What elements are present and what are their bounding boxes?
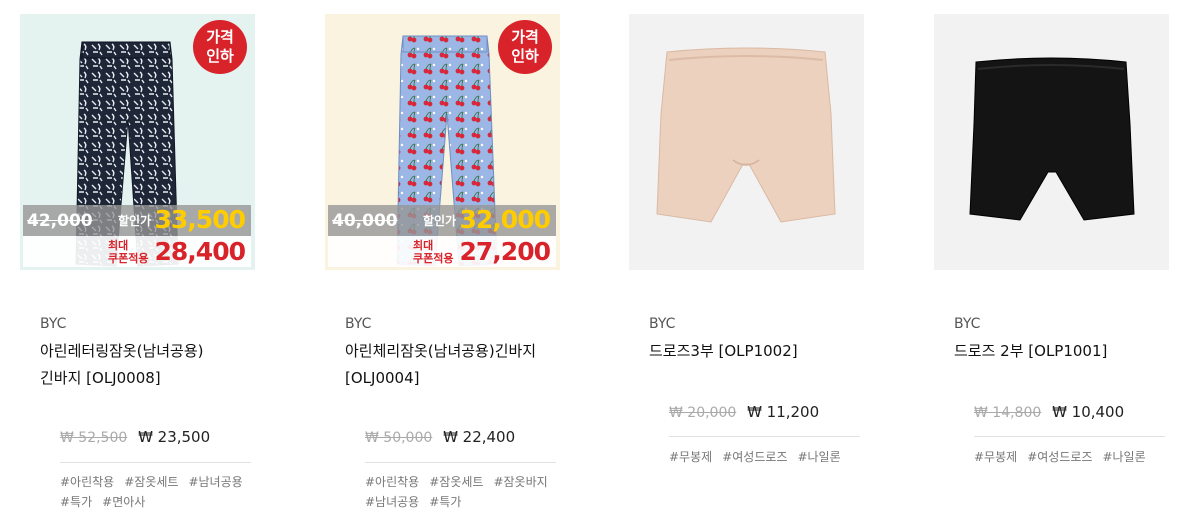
divider — [365, 462, 556, 463]
overlay-row-sale: 40,000 할인가 32,000 — [328, 205, 556, 236]
product-name-line: 드로즈 2부 [OLP1001] — [954, 342, 1108, 360]
drawers-image — [656, 47, 836, 223]
sale-price: ₩ 22,400 — [443, 428, 516, 446]
price-row: ₩ 14,800 ₩ 10,400 — [974, 403, 1124, 421]
tag-list: #무봉제 #여성드로즈 #나일론 — [669, 447, 879, 467]
tag-list: #아린착용 #잠옷세트 #남녀공용 #특가 #면아사 — [60, 472, 270, 512]
product-name[interactable]: 드로즈3부 [OLP1002] — [649, 338, 869, 365]
tag-link[interactable]: #남녀공용 — [365, 492, 419, 512]
overlay-coupon-label: 최대 쿠폰적용 — [108, 239, 148, 265]
product-image[interactable] — [934, 14, 1169, 270]
tag-link[interactable]: #특가 — [60, 492, 92, 512]
product-image[interactable]: 가격 인하 40,000 할인가 32,000 최대 쿠폰적용 27,200 — [325, 14, 560, 270]
price-row: ₩ 20,000 ₩ 11,200 — [669, 403, 819, 421]
tag-list: #아린착용 #잠옷세트 #잠옷바지 #남녀공용 #특가 — [365, 472, 575, 512]
overlay-original-price: 42,000 — [27, 211, 93, 231]
product-name-line: 아린레터링잠옷(남녀공용) — [40, 342, 204, 360]
tag-link[interactable]: #면아사 — [102, 492, 145, 512]
tag-link[interactable]: #남녀공용 — [188, 472, 242, 492]
coupon-label-line: 쿠폰적용 — [108, 252, 149, 265]
badge-text: 가격 — [511, 28, 539, 46]
tag-link[interactable]: #나일론 — [1102, 447, 1145, 467]
overlay-sale-price: 33,500 — [154, 205, 246, 234]
product-name-line: 아린체리잠옷(남녀공용)긴바지 — [345, 342, 537, 360]
overlay-sale-label: 할인가 — [423, 214, 457, 228]
product-image[interactable]: 가격 인하 42,000 할인가 33,500 최대 쿠폰적용 28,400 — [20, 14, 255, 270]
product-card[interactable]: BYC 드로즈 2부 [OLP1001] ₩ 14,800 ₩ 10,400 #… — [934, 0, 1194, 523]
overlay-row-coupon: 최대 쿠폰적용 28,400 — [23, 236, 251, 267]
badge-text: 인하 — [511, 47, 539, 65]
product-card[interactable]: BYC 드로즈3부 [OLP1002] ₩ 20,000 ₩ 11,200 #무… — [629, 0, 889, 523]
drawers-image — [969, 57, 1135, 221]
brand-name: BYC — [954, 316, 981, 332]
price-row: ₩ 52,500 ₩ 23,500 — [60, 428, 210, 446]
overlay-coupon-label: 최대 쿠폰적용 — [413, 239, 453, 265]
overlay-coupon-price: 28,400 — [154, 237, 246, 266]
sale-price: ₩ 10,400 — [1052, 403, 1125, 421]
overlay-original-price: 40,000 — [332, 211, 398, 231]
product-name-line: 드로즈3부 [OLP1002] — [649, 342, 798, 360]
original-price: ₩ 20,000 — [669, 405, 737, 421]
divider — [974, 436, 1165, 437]
coupon-label-line: 쿠폰적용 — [413, 252, 454, 265]
tag-link[interactable]: #잠옷세트 — [124, 472, 178, 492]
brand-name: BYC — [649, 316, 676, 332]
tag-link[interactable]: #잠옷세트 — [429, 472, 483, 492]
product-name-line: [OLJ0004] — [345, 369, 420, 387]
price-row: ₩ 50,000 ₩ 22,400 — [365, 428, 515, 446]
coupon-label-line: 최대 — [413, 239, 434, 252]
product-name[interactable]: 드로즈 2부 [OLP1001] — [954, 338, 1174, 365]
overlay-row-coupon: 최대 쿠폰적용 27,200 — [328, 236, 556, 267]
product-name-line: 긴바지 [OLJ0008] — [40, 369, 161, 387]
product-card[interactable]: 가격 인하 40,000 할인가 32,000 최대 쿠폰적용 27,200 B… — [325, 0, 585, 523]
original-price: ₩ 14,800 — [974, 405, 1042, 421]
product-name[interactable]: 아린레터링잠옷(남녀공용) 긴바지 [OLJ0008] — [40, 338, 260, 392]
overlay-sale-price: 32,000 — [459, 205, 551, 234]
divider — [60, 462, 251, 463]
sale-price: ₩ 11,200 — [747, 403, 820, 421]
overlay-sale-label: 할인가 — [118, 214, 152, 228]
sale-price: ₩ 23,500 — [138, 428, 211, 446]
brand-name: BYC — [40, 316, 67, 332]
price-overlay: 42,000 할인가 33,500 최대 쿠폰적용 28,400 — [23, 205, 251, 267]
price-drop-badge: 가격 인하 — [498, 20, 552, 74]
tag-link[interactable]: #특가 — [429, 492, 461, 512]
product-name[interactable]: 아린체리잠옷(남녀공용)긴바지 [OLJ0004] — [345, 338, 565, 392]
overlay-coupon-price: 27,200 — [459, 237, 551, 266]
divider — [669, 436, 860, 437]
tag-link[interactable]: #무봉제 — [669, 447, 712, 467]
tag-link[interactable]: #무봉제 — [974, 447, 1017, 467]
tag-link[interactable]: #여성드로즈 — [1027, 447, 1092, 467]
coupon-label-line: 최대 — [108, 239, 129, 252]
product-image[interactable] — [629, 14, 864, 270]
tag-list: #무봉제 #여성드로즈 #나일론 — [974, 447, 1184, 467]
tag-link[interactable]: #여성드로즈 — [722, 447, 787, 467]
brand-name: BYC — [345, 316, 372, 332]
tag-link[interactable]: #잠옷바지 — [493, 472, 547, 492]
badge-text: 인하 — [206, 47, 234, 65]
tag-link[interactable]: #아린착용 — [365, 472, 419, 492]
original-price: ₩ 50,000 — [365, 430, 433, 446]
badge-text: 가격 — [206, 28, 234, 46]
tag-link[interactable]: #나일론 — [797, 447, 840, 467]
overlay-row-sale: 42,000 할인가 33,500 — [23, 205, 251, 236]
price-drop-badge: 가격 인하 — [193, 20, 247, 74]
original-price: ₩ 52,500 — [60, 430, 128, 446]
tag-link[interactable]: #아린착용 — [60, 472, 114, 492]
product-card[interactable]: 가격 인하 42,000 할인가 33,500 최대 쿠폰적용 28,400 B… — [20, 0, 280, 523]
price-overlay: 40,000 할인가 32,000 최대 쿠폰적용 27,200 — [328, 205, 556, 267]
